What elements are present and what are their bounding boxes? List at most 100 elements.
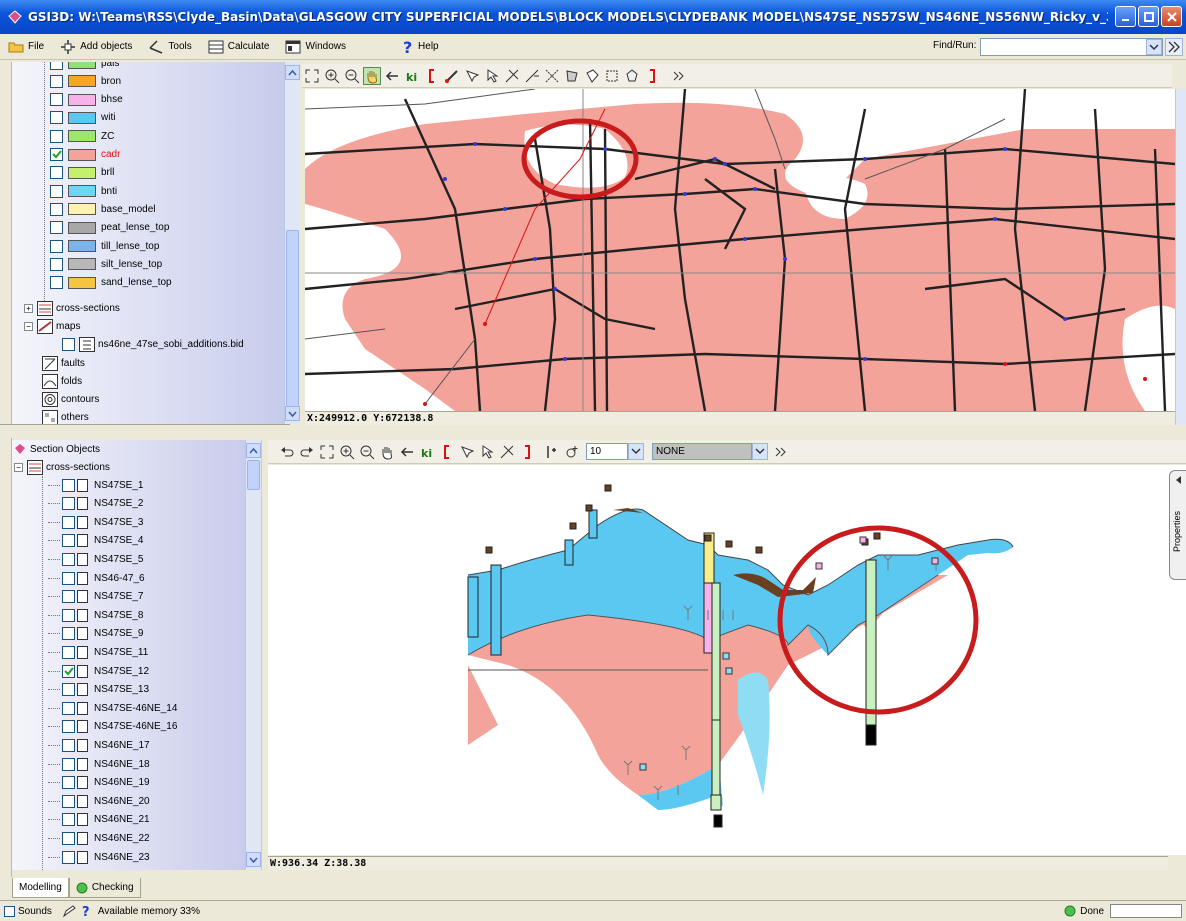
section-item[interactable]: NS46NE_22 (48, 829, 150, 847)
layer-item[interactable]: bnti (50, 182, 117, 200)
section-item[interactable]: NS46NE_21 (48, 811, 150, 829)
section-checkbox[interactable] (62, 515, 75, 529)
section-checkbox[interactable] (62, 552, 75, 566)
layer-select[interactable]: NONE (652, 443, 752, 460)
menu-tools[interactable]: Tools (140, 39, 199, 55)
group-maps[interactable]: − maps (24, 317, 80, 335)
section-item[interactable]: NS47SE_7 (48, 588, 143, 606)
layer-checkbox[interactable] (50, 129, 63, 143)
menu-file[interactable]: File (0, 40, 52, 53)
section-checkbox[interactable] (62, 683, 75, 697)
section-checkbox[interactable] (62, 850, 75, 864)
layer-item[interactable]: till_lense_top (50, 237, 159, 255)
section-item[interactable]: NS47SE_3 (48, 513, 143, 531)
add-point-icon[interactable] (563, 443, 581, 461)
section-checkbox[interactable] (62, 831, 75, 845)
section-item[interactable]: NS46NE_19 (48, 774, 150, 792)
section-item[interactable]: NS46NE_18 (48, 755, 150, 773)
section-item[interactable]: NS47SE_1 (48, 476, 143, 494)
section-back-icon[interactable] (398, 443, 416, 461)
layer-item[interactable]: witi (50, 109, 115, 127)
borehole-info-icon[interactable]: ki (403, 67, 421, 85)
undo-icon[interactable] (278, 443, 296, 461)
minimize-button[interactable] (1115, 6, 1136, 27)
section-scroll-up-button[interactable] (246, 443, 261, 458)
section-checkbox[interactable] (62, 776, 75, 790)
back-arrow-icon[interactable] (383, 67, 401, 85)
cut-line-icon[interactable] (543, 67, 561, 85)
section-tree-scrollbar[interactable] (245, 440, 261, 870)
layer-item[interactable]: bhse (50, 91, 123, 109)
section-item[interactable]: NS46NE_20 (48, 792, 150, 810)
layer-item[interactable]: base_model (50, 200, 155, 218)
section-checkbox[interactable] (62, 645, 75, 659)
zoom-out-icon[interactable] (343, 67, 361, 85)
section-checkbox[interactable] (62, 738, 75, 752)
toolbar-overflow-icon[interactable] (670, 67, 688, 85)
section-checkbox[interactable] (62, 627, 75, 641)
exaggeration-dropdown[interactable] (628, 443, 644, 460)
section-checkbox[interactable] (62, 497, 75, 511)
section-item[interactable]: NS47SE_12 (48, 662, 149, 680)
group-others[interactable]: others (42, 408, 89, 424)
horizontal-splitter[interactable] (0, 424, 290, 438)
scroll-down-button[interactable] (285, 406, 300, 421)
layer-tree-scrollbar[interactable] (284, 62, 300, 424)
section-select-icon[interactable] (478, 443, 496, 461)
menu-windows[interactable]: Windows (277, 40, 354, 54)
map-scrollbar[interactable] (1175, 89, 1186, 425)
edit-icon[interactable] (62, 904, 76, 918)
layer-item[interactable]: peat_lense_top (50, 219, 169, 237)
section-checkbox[interactable] (62, 813, 75, 827)
map-file-checkbox[interactable] (62, 337, 75, 351)
polygon-icon[interactable] (563, 67, 581, 85)
menu-add-objects[interactable]: Add objects (52, 39, 140, 55)
zoom-in-icon[interactable] (323, 67, 341, 85)
find-run-dropdown[interactable] (1146, 39, 1162, 55)
menu-calculate[interactable]: Calculate (200, 40, 278, 54)
split-line-icon[interactable] (503, 67, 521, 85)
section-objects-root[interactable]: Section Objects (14, 440, 100, 458)
scroll-thumb[interactable] (286, 230, 299, 410)
layer-item[interactable]: sand_lense_top (50, 274, 172, 292)
section-borehole-icon[interactable]: ki (418, 443, 436, 461)
move-node-icon[interactable] (523, 67, 541, 85)
group-faults[interactable]: faults (42, 354, 85, 372)
map-file-item[interactable]: ns46ne_47se_sobi_additions.bid (62, 335, 244, 353)
section-split-icon[interactable] (498, 443, 516, 461)
layer-checkbox[interactable] (50, 257, 63, 271)
polygon-select-icon[interactable] (603, 67, 621, 85)
section-item[interactable]: NS47SE_5 (48, 550, 143, 568)
section-checkbox[interactable] (62, 608, 75, 622)
layer-item[interactable]: brll (50, 164, 114, 182)
section-group-cross-sections[interactable]: − cross-sections (14, 458, 110, 476)
maximize-button[interactable] (1138, 6, 1159, 27)
group-cross-sections[interactable]: + cross-sections (24, 299, 120, 317)
scroll-up-button[interactable] (285, 65, 300, 80)
find-run-go-button[interactable] (1165, 38, 1183, 56)
find-run-input[interactable] (980, 38, 1163, 56)
section-item[interactable]: NS46NE_17 (48, 736, 150, 754)
layer-item[interactable]: cadr (50, 146, 120, 164)
sounds-checkbox[interactable] (4, 905, 15, 917)
fill-polygon-icon[interactable] (583, 67, 601, 85)
layer-checkbox[interactable] (50, 93, 63, 107)
help-status-icon[interactable]: ? (82, 904, 92, 918)
polygon-edit-icon[interactable] (623, 67, 641, 85)
select-node-icon[interactable] (483, 67, 501, 85)
layer-checkbox[interactable] (50, 74, 63, 88)
layer-checkbox[interactable] (50, 148, 63, 161)
section-checkbox[interactable] (62, 701, 75, 715)
left-splitter[interactable] (0, 62, 12, 877)
section-checkbox[interactable] (62, 794, 75, 808)
properties-tab[interactable]: Properties (1169, 470, 1186, 580)
layer-checkbox[interactable] (50, 184, 63, 198)
section-checkbox[interactable] (62, 664, 75, 678)
map-view[interactable] (305, 89, 1175, 411)
tab-checking[interactable]: Checking (68, 878, 141, 898)
section-item[interactable]: NS47SE_2 (48, 495, 143, 513)
section-checkbox[interactable] (62, 534, 75, 548)
section-item[interactable]: NS47SE_11 (48, 643, 148, 661)
layer-checkbox[interactable] (50, 202, 63, 216)
layer-item[interactable]: pals (50, 62, 119, 72)
